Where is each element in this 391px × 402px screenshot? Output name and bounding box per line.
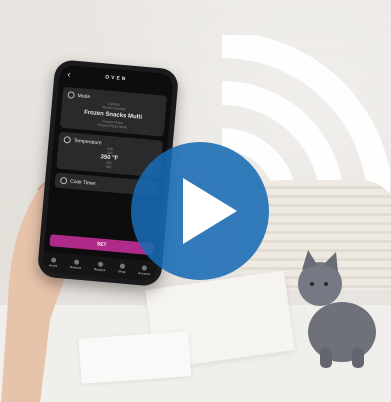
nav-item-home[interactable]: Home [49, 257, 58, 268]
nav-item-devices[interactable]: Devices [70, 259, 82, 270]
recipes-icon [97, 261, 103, 267]
plush-cat-toy [298, 250, 376, 368]
thermometer-icon [63, 136, 72, 144]
shop-icon [119, 263, 125, 269]
nav-item-recipes[interactable]: Recipes [94, 261, 106, 272]
home-icon [50, 257, 57, 263]
play-icon [183, 178, 237, 244]
brand-label: OVEN [104, 74, 128, 83]
devices-icon [73, 259, 79, 265]
cook-timer-label: Cook Timer [69, 178, 96, 187]
mode-heading: Mode [77, 92, 91, 100]
temperature-unit: °F [111, 155, 119, 162]
timer-icon [59, 176, 68, 185]
menu-icon [67, 91, 75, 99]
play-button[interactable] [131, 142, 269, 280]
product-image: ‹ OVEN Mode Defrost Frozen Snacks Frozen… [0, 0, 391, 402]
nav-item-shop[interactable]: Shop [118, 263, 126, 274]
